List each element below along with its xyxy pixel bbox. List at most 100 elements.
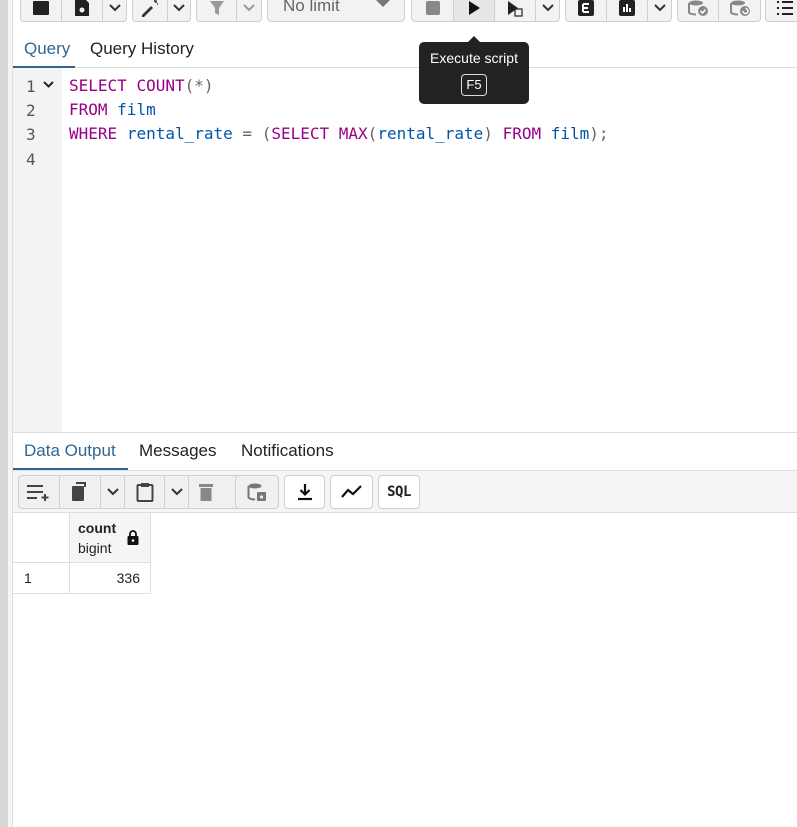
explain-button-group (565, 0, 672, 22)
sql-token: = (232, 124, 262, 143)
macros-button[interactable] (766, 0, 797, 21)
column-header-count[interactable]: count bigint (70, 513, 151, 563)
execute-icon (469, 1, 480, 15)
tab-notifications[interactable]: Notifications (241, 441, 334, 461)
row-edit-group (18, 475, 243, 509)
explain-button[interactable] (566, 0, 607, 21)
sql-token: ( (367, 124, 378, 143)
commit-button[interactable] (678, 0, 720, 21)
explain-options-dropdown[interactable] (648, 0, 671, 21)
grid-select-all-corner[interactable] (13, 513, 70, 563)
sql-identifier: film (117, 100, 156, 119)
sql-button-label: SQL (387, 484, 411, 500)
execute-explain-button[interactable] (495, 0, 536, 21)
tab-data-output[interactable]: Data Output (24, 441, 116, 461)
line-number: 1 (26, 77, 36, 96)
save-data-button[interactable] (236, 476, 278, 508)
add-row-button[interactable] (19, 476, 60, 508)
chevron-down-icon (108, 4, 121, 12)
query-toolbar: No limit (13, 0, 797, 30)
filter-options-dropdown[interactable] (237, 0, 261, 21)
sql-button[interactable]: SQL (378, 475, 420, 509)
explain-analyze-button[interactable] (607, 0, 648, 21)
delete-row-button[interactable] (189, 476, 222, 508)
result-grid: count bigint 1 336 (13, 513, 797, 827)
edit-options-dropdown[interactable] (168, 0, 190, 21)
save-icon (75, 0, 89, 16)
sql-keyword: MAX (338, 124, 368, 143)
edit-button[interactable] (133, 0, 168, 21)
code-line: WHERE rental_rate = (SELECT MAX(rental_r… (69, 124, 609, 143)
edit-button-group (132, 0, 191, 22)
explain-icon (578, 0, 594, 16)
line-number: 3 (26, 125, 36, 144)
sql-token: ); (589, 124, 609, 143)
execute-explain-icon (508, 1, 523, 17)
transaction-button-group (677, 0, 761, 22)
explain-analyze-icon (619, 0, 635, 16)
chevron-down-icon (173, 4, 185, 12)
open-file-icon (33, 1, 49, 15)
tab-query-history[interactable]: Query History (90, 39, 194, 59)
sql-keyword: SELECT (271, 124, 330, 143)
paste-options-dropdown[interactable] (165, 476, 189, 508)
execute-script-button[interactable] (454, 0, 495, 21)
paste-button[interactable] (125, 476, 165, 508)
sql-keyword: COUNT (136, 76, 185, 95)
macros-icon (777, 1, 793, 15)
sql-editor[interactable]: 1 2 3 4 SELECT COUNT(*) FROM film WHERE … (13, 68, 797, 432)
download-button[interactable] (284, 475, 325, 509)
sql-token: (*) (184, 76, 214, 95)
sql-keyword: SELECT (69, 76, 127, 95)
execute-options-dropdown[interactable] (536, 0, 559, 21)
save-file-button[interactable] (62, 0, 103, 21)
code-line: SELECT COUNT(*) (69, 76, 214, 95)
sql-token: ) (483, 124, 493, 143)
save-data-group (235, 475, 279, 509)
fold-chevron-icon[interactable] (43, 81, 54, 89)
graph-visualiser-button[interactable] (330, 475, 373, 509)
sql-identifier: film (550, 124, 590, 143)
trash-icon (198, 484, 213, 501)
line-chart-icon (340, 485, 362, 498)
table-cell[interactable]: 336 (70, 563, 151, 594)
chevron-down-icon (243, 4, 255, 12)
output-tabs: Data Output Messages Notifications (13, 432, 797, 471)
stop-button[interactable] (412, 0, 454, 21)
copy-button[interactable] (60, 476, 101, 508)
tooltip-text: Execute script (430, 50, 518, 66)
left-splitter[interactable] (0, 0, 8, 827)
row-number[interactable]: 1 (13, 563, 70, 594)
tab-query[interactable]: Query (24, 39, 70, 59)
sql-keyword: WHERE (69, 124, 118, 143)
row-limit-select[interactable]: No limit (267, 0, 405, 22)
tab-messages[interactable]: Messages (139, 441, 216, 461)
open-file-button[interactable] (21, 0, 62, 21)
sql-keyword: FROM (502, 124, 542, 143)
column-type: bigint (78, 540, 112, 556)
rollback-button[interactable] (719, 0, 760, 21)
chevron-down-icon (106, 488, 119, 496)
row-limit-value: No limit (283, 0, 340, 15)
rollback-icon (729, 0, 750, 16)
filter-button[interactable] (197, 0, 237, 21)
stop-icon (425, 1, 440, 15)
query-tool-window: No limit Execute script F5 Query Query H… (0, 0, 797, 827)
tab-data-output-underline (13, 468, 128, 470)
code-line: FROM film (69, 100, 156, 119)
tab-query-underline (13, 66, 75, 68)
chevron-down-icon (170, 488, 183, 496)
save-options-dropdown[interactable] (103, 0, 126, 21)
edit-pen-icon (141, 0, 158, 17)
file-button-group (20, 0, 127, 22)
sql-token: ( (261, 124, 272, 143)
line-number: 2 (26, 101, 36, 120)
line-number: 4 (26, 150, 36, 169)
copy-options-dropdown[interactable] (101, 476, 125, 508)
